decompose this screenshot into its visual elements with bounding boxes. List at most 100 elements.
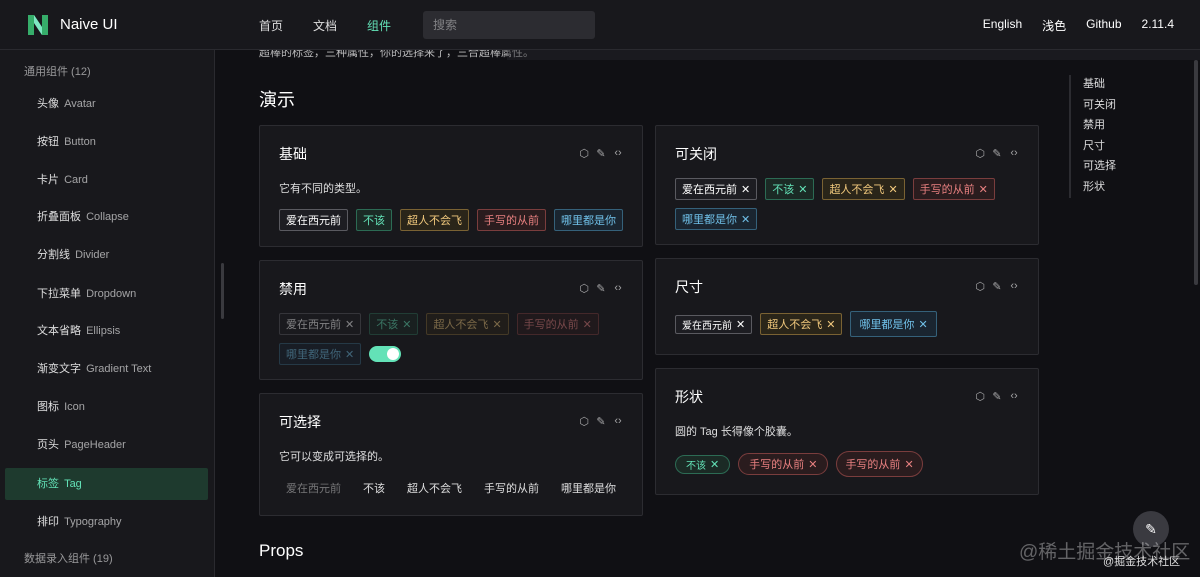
close-icon[interactable]: ✕ [904,458,913,471]
sidebar-item-label: 标签 [37,478,59,490]
edit-icon[interactable]: ✎ [595,147,607,160]
code-icon[interactable]: ‹› [1008,390,1020,402]
anchor-link[interactable]: 可关闭 [1083,96,1116,117]
sidebar-item-en: Avatar [64,98,96,110]
anchor-link[interactable]: 尺寸 [1083,137,1116,158]
sidebar-item-en: Gradient Text [86,363,152,375]
sidebar-item-pageheader[interactable]: 页头 PageHeader [5,429,208,461]
nav-components[interactable]: 组件 [367,17,391,34]
checkable-tag[interactable]: 哪里都是你 [550,477,627,499]
sidebar-item-icon[interactable]: 图标 Icon [5,391,208,423]
cube-icon[interactable]: ⬡ [578,282,590,295]
closable-tag: 超人不会飞 ✕ [822,178,905,200]
sidebar-item-typography[interactable]: 排印 Typography [5,506,208,538]
tag-label: 爱在西元前 [682,320,732,332]
sidebar-scrollbar[interactable] [221,263,224,319]
anchor-link[interactable]: 基础 [1083,75,1116,96]
edit-icon[interactable]: ✎ [991,390,1003,403]
sidebar-item-en: Icon [64,401,85,413]
naive-ui-logo-icon[interactable] [26,13,50,37]
closable-tag: 爱在西元前 ✕ [675,178,758,200]
close-icon[interactable]: ✕ [741,183,750,196]
code-icon[interactable]: ‹› [612,147,624,159]
cube-icon[interactable]: ⬡ [578,147,590,160]
close-icon[interactable]: ✕ [808,458,817,471]
sidebar-item-divider[interactable]: 分割线 Divider [5,239,208,271]
sidebar-item-label: 文本省略 [37,325,81,337]
right-nav: English 浅色 Github 2.11.4 [963,17,1174,34]
cube-icon[interactable]: ⬡ [974,280,986,293]
tag-list: 不该 ✕ 手写的从前 ✕ 手写的从前 ✕ [675,451,923,477]
sidebar-group-general[interactable]: 通用组件 (12) [24,63,91,79]
checkable-tag[interactable]: 爱在西元前 [275,477,352,499]
sidebar-item-en: Dropdown [86,288,137,300]
code-icon[interactable]: ‹› [1008,280,1020,292]
close-icon[interactable]: ✕ [918,318,927,331]
close-icon[interactable]: ✕ [826,318,835,331]
disable-toggle-switch[interactable] [369,346,402,362]
edit-icon[interactable]: ✎ [991,147,1003,160]
tag-label: 爱在西元前 [286,319,341,331]
disabled-tag: 不该 ✕ [369,313,419,335]
close-icon[interactable]: ✕ [798,183,807,196]
nav-home[interactable]: 首页 [259,17,283,34]
code-icon[interactable]: ‹› [612,415,624,427]
close-icon[interactable]: ✕ [741,213,750,226]
sidebar-item-label: 按钮 [37,136,59,148]
sidebar-item-en: Button [64,136,96,148]
checkable-tag[interactable]: 不该 [352,477,396,499]
close-icon[interactable]: ✕ [888,183,897,196]
anchor-link[interactable]: 禁用 [1083,116,1116,137]
close-icon[interactable]: ✕ [736,318,745,331]
sidebar-item-dropdown[interactable]: 下拉菜单 Dropdown [5,278,208,310]
sidebar-item-button[interactable]: 按钮 Button [5,126,208,158]
version-label[interactable]: 2.11.4 [1142,17,1174,34]
sidebar-item-en: Card [64,174,88,186]
code-icon[interactable]: ‹› [1008,147,1020,159]
sidebar-item-label: 渐变文字 [37,363,81,375]
edit-icon[interactable]: ✎ [991,280,1003,293]
card-basic: 基础 ⬡ ✎ ‹› 它有不同的类型。 爱在西元前 不该 超人不会飞 手写的从前 … [259,125,643,247]
anchor-link[interactable]: 可选择 [1083,157,1116,178]
edit-icon[interactable]: ✎ [595,282,607,295]
sidebar-item-ellipsis[interactable]: 文本省略 Ellipsis [5,315,208,347]
card-size: 尺寸 ⬡ ✎ ‹› 爱在西元前 ✕ 超人不会飞 ✕ 哪里都是你 ✕ [655,258,1039,355]
close-icon[interactable]: ✕ [710,458,719,471]
code-icon[interactable]: ‹› [612,282,624,294]
sidebar-item-avatar[interactable]: 头像 Avatar [5,88,208,120]
search-input[interactable] [423,11,595,39]
page-scrollbar[interactable] [1194,60,1198,285]
nav-docs[interactable]: 文档 [313,17,337,34]
main-nav: 首页 文档 组件 [259,17,421,34]
tag-list: 爱在西元前 不该 超人不会飞 手写的从前 哪里都是你 [275,477,627,499]
round-tag: 手写的从前 ✕ [836,451,923,477]
disabled-tag: 手写的从前 ✕ [516,313,599,335]
card-tools: ⬡ ✎ ‹› [974,390,1020,403]
cube-icon[interactable]: ⬡ [974,147,986,160]
card-description: 它有不同的类型。 [279,183,367,195]
card-closable: 可关闭 ⬡ ✎ ‹› 爱在西元前 ✕ 不该 ✕ 超人不会飞 ✕ 手写的从前 ✕ 哪里都是… [655,125,1039,245]
sidebar-item-card[interactable]: 卡片 Card [5,164,208,196]
checkable-tag[interactable]: 手写的从前 [473,477,550,499]
disabled-tag: 超人不会飞 ✕ [426,313,509,335]
cube-icon[interactable]: ⬡ [974,390,986,403]
theme-toggle[interactable]: 浅色 [1042,17,1066,34]
sidebar-item-collapse[interactable]: 折叠面板 Collapse [5,201,208,233]
sidebar-item-label: 折叠面板 [37,211,81,223]
language-toggle[interactable]: English [983,17,1022,34]
props-section-title: Props [259,541,304,560]
anchor-link[interactable]: 形状 [1083,178,1116,199]
cube-icon[interactable]: ⬡ [578,415,590,428]
github-link[interactable]: Github [1086,17,1121,34]
sidebar-item-en: PageHeader [64,439,126,451]
small-tag: 爱在西元前 ✕ [675,314,753,334]
close-icon[interactable]: ✕ [979,183,988,196]
sidebar-group-data-entry[interactable]: 数据录入组件 (19) [24,550,113,566]
sidebar-item-tag[interactable]: 标签 Tag [5,468,208,500]
sidebar-item-gradient-text[interactable]: 渐变文字 Gradient Text [5,353,208,385]
edit-icon[interactable]: ✎ [595,415,607,428]
brand-name[interactable]: Naive UI [60,16,118,33]
sidebar-item-label: 头像 [37,98,59,110]
tag-label: 手写的从前 [919,184,975,196]
checkable-tag[interactable]: 超人不会飞 [396,477,473,499]
